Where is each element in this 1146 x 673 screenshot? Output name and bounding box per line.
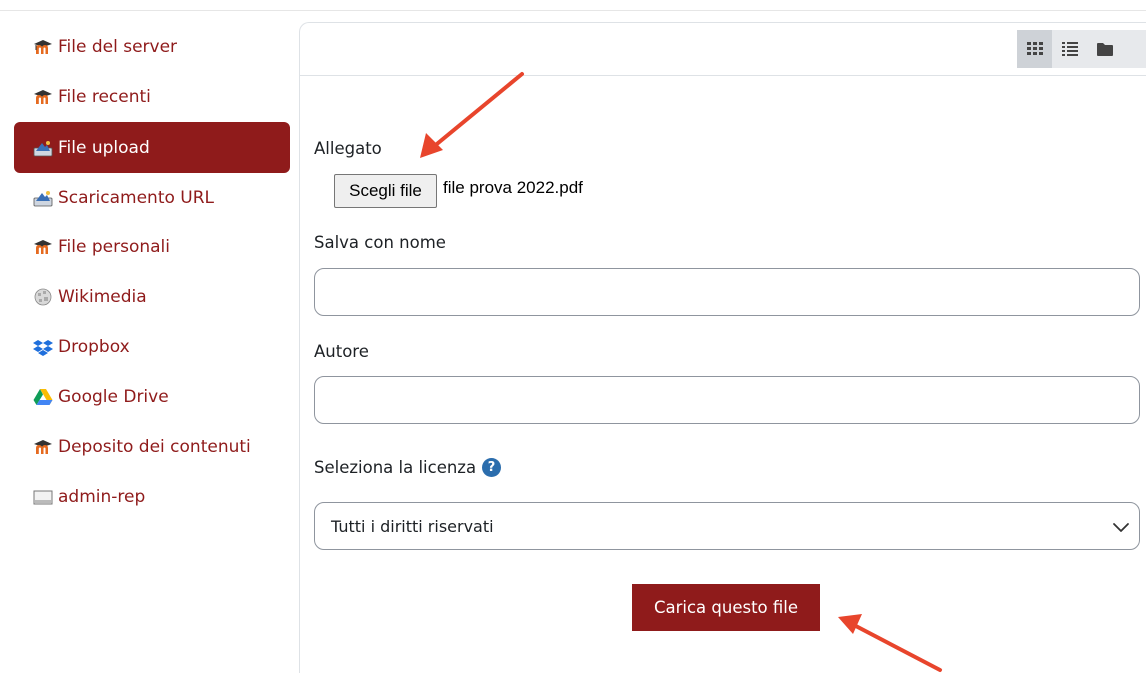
grid-view-icon bbox=[1026, 42, 1043, 55]
sidebar-item-label: Deposito dei contenuti bbox=[58, 437, 251, 457]
panel-header bbox=[300, 23, 1146, 76]
sidebar-item-label: File upload bbox=[58, 137, 150, 158]
download-url-icon bbox=[32, 189, 54, 207]
moodle-hat-icon bbox=[32, 88, 54, 106]
choose-file-button[interactable]: Scegli file bbox=[334, 174, 437, 208]
sidebar-item-label: Dropbox bbox=[58, 337, 130, 357]
sidebar-item-label: admin-rep bbox=[58, 487, 146, 507]
upload-file-button[interactable]: Carica questo file bbox=[632, 584, 820, 631]
sidebar-item-wikimedia[interactable]: Wikimedia bbox=[14, 272, 290, 322]
google-drive-icon bbox=[32, 388, 54, 406]
wikimedia-globe-icon bbox=[32, 288, 54, 306]
license-selected-value: Tutti i diritti riservati bbox=[331, 516, 494, 536]
list-view-button[interactable] bbox=[1052, 30, 1087, 68]
sidebar-item-file-upload[interactable]: File upload bbox=[14, 122, 290, 173]
sidebar-item-file-personali[interactable]: File personali bbox=[14, 222, 290, 272]
help-icon[interactable]: ? bbox=[482, 458, 502, 477]
sidebar-item-label: Wikimedia bbox=[58, 287, 147, 307]
attachment-label: Allegato bbox=[314, 139, 382, 158]
upload-icon bbox=[32, 139, 54, 157]
top-divider bbox=[0, 10, 1146, 11]
list-view-icon bbox=[1061, 42, 1078, 56]
chosen-file-name: file prova 2022.pdf bbox=[443, 178, 583, 197]
sidebar-item-label: File del server bbox=[58, 37, 178, 57]
save-as-input[interactable] bbox=[314, 268, 1140, 316]
license-label-row: Seleziona la licenza? bbox=[314, 458, 502, 478]
author-label: Autore bbox=[314, 342, 369, 361]
grid-view-button[interactable] bbox=[1017, 30, 1052, 68]
save-as-label: Salva con nome bbox=[314, 233, 446, 252]
sidebar-item-file-del-server[interactable]: File del server bbox=[14, 22, 290, 72]
folder-view-icon bbox=[1096, 42, 1113, 56]
file-picker-panel bbox=[299, 22, 1146, 673]
folder-repo-icon bbox=[32, 488, 54, 506]
author-input[interactable] bbox=[314, 376, 1140, 424]
dropbox-icon bbox=[32, 338, 54, 356]
sidebar-item-label: Google Drive bbox=[58, 387, 169, 407]
moodle-hat-icon bbox=[32, 238, 54, 256]
license-select[interactable]: Tutti i diritti riservati bbox=[314, 502, 1140, 550]
sidebar-item-scaricamento-url[interactable]: Scaricamento URL bbox=[14, 173, 290, 223]
sidebar-item-admin-rep[interactable]: admin-rep bbox=[14, 472, 290, 522]
moodle-hat-icon bbox=[32, 38, 54, 56]
sidebar-item-google-drive[interactable]: Google Drive bbox=[14, 372, 290, 422]
license-label: Seleziona la licenza bbox=[314, 458, 477, 477]
sidebar-item-label: Scaricamento URL bbox=[58, 188, 215, 208]
sidebar-item-dropbox[interactable]: Dropbox bbox=[14, 322, 290, 372]
sidebar-item-file-recenti[interactable]: File recenti bbox=[14, 72, 290, 122]
sidebar-item-deposito-dei-contenuti[interactable]: Deposito dei contenuti bbox=[14, 422, 290, 472]
chevron-down-icon bbox=[1113, 523, 1129, 532]
sidebar-item-label: File recenti bbox=[58, 87, 151, 107]
moodle-hat-icon bbox=[32, 438, 54, 456]
view-switcher bbox=[1017, 30, 1146, 68]
sidebar-item-label: File personali bbox=[58, 237, 170, 257]
folder-view-button[interactable] bbox=[1087, 30, 1122, 68]
